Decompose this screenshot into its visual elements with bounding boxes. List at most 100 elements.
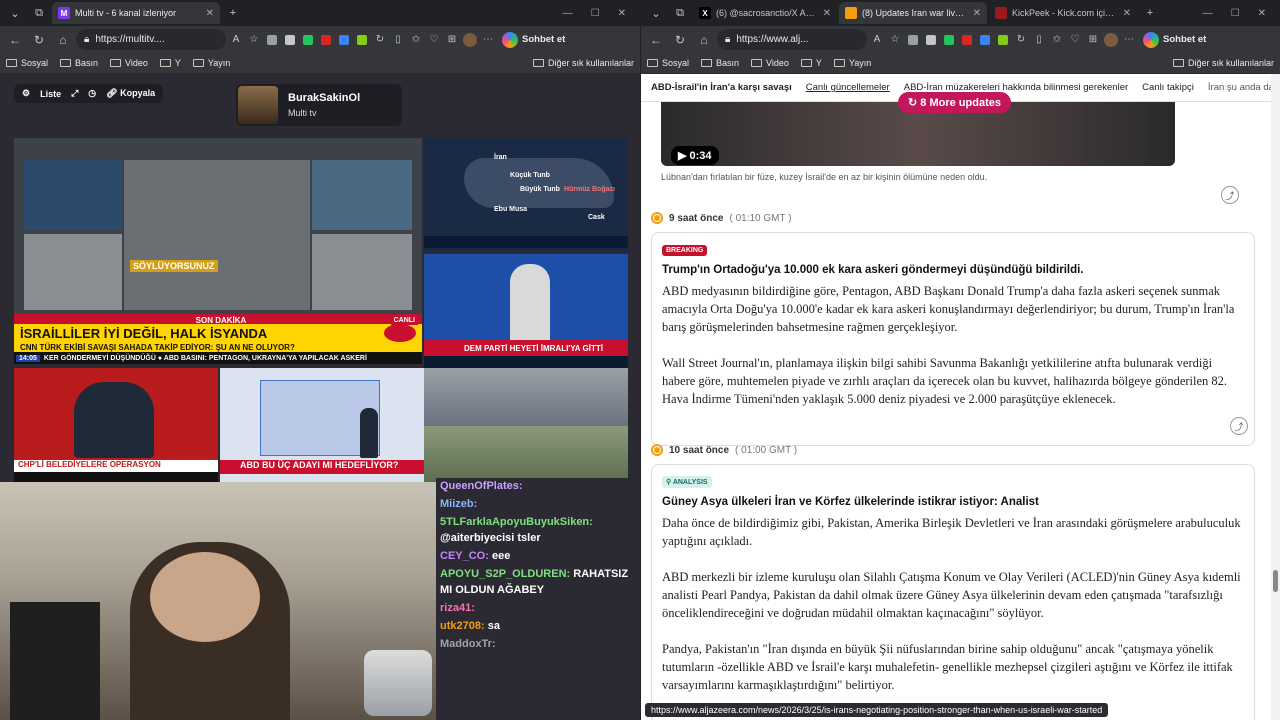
ext-green-icon[interactable]	[300, 32, 316, 48]
tab-aljazeera[interactable]: (8) Updates Iran war live: Trump✕	[839, 2, 987, 24]
read-aloud-icon[interactable]: A	[228, 32, 244, 48]
ext-blue-icon[interactable]	[336, 32, 352, 48]
subnav-topic[interactable]: ABD-İsrail'in İran'a karşı savaşı	[651, 82, 792, 93]
favorites-icon[interactable]: ✩	[1049, 32, 1065, 48]
subnav-iran-now[interactable]: İran şu anda dah	[1208, 82, 1279, 93]
bookmark-y[interactable]: Y	[800, 58, 822, 68]
chat-username[interactable]: CEY_CO:	[440, 550, 489, 562]
chat-username[interactable]: 5TLFarklaApoyuBuyukSiken:	[440, 516, 593, 528]
more-updates-button[interactable]: ↻ 8 More updates	[898, 92, 1011, 113]
subnav-live-updates[interactable]: Canlı güncellemeler	[806, 82, 890, 93]
copilot-chat-button[interactable]: Sohbet et	[1139, 31, 1210, 48]
city-cam-tile[interactable]	[424, 368, 628, 484]
new-tab-icon[interactable]: +	[1139, 2, 1161, 24]
other-bookmarks[interactable]: Diğer sık kullanılanlar	[1172, 58, 1274, 68]
bookmark-basin[interactable]: Basın	[60, 58, 98, 68]
fullscreen-icon[interactable]: ⤢	[71, 88, 78, 99]
home-icon[interactable]: ⌂	[693, 29, 715, 51]
favorites-icon[interactable]: ✩	[408, 32, 424, 48]
back-icon[interactable]: ←	[4, 29, 26, 51]
list-button[interactable]: Liste	[40, 89, 61, 99]
collections-icon[interactable]: ♡	[426, 32, 442, 48]
bookmark-sosyal[interactable]: Sosyal	[647, 58, 689, 68]
settings-icon[interactable]: ⚙	[22, 88, 30, 99]
close-tab-icon[interactable]: ✕	[206, 8, 214, 19]
chp-tile[interactable]: CHP'Lİ BELEDİYELERE OPERASYON	[14, 368, 218, 484]
ext-gray-icon[interactable]	[905, 32, 921, 48]
minimize-icon[interactable]: —	[563, 8, 573, 19]
scrollbar-thumb[interactable]	[1273, 570, 1278, 592]
video-duration[interactable]: ▶ 0:34	[671, 146, 719, 165]
profile-avatar[interactable]	[1103, 32, 1119, 48]
bookmark-yayin[interactable]: Yayın	[192, 58, 230, 68]
ext-refresh-icon[interactable]: ↻	[1013, 32, 1029, 48]
ext-blue-icon[interactable]	[977, 32, 993, 48]
ext-refresh-icon[interactable]: ↻	[372, 32, 388, 48]
refresh-icon[interactable]: ↻	[669, 29, 691, 51]
chat-username[interactable]: utk2708:	[440, 620, 485, 632]
chat-username[interactable]: MaddoxTr:	[440, 638, 496, 650]
bookmark-basin[interactable]: Basın	[701, 58, 739, 68]
close-tab-icon[interactable]: ✕	[973, 8, 981, 19]
workspaces-icon[interactable]: ⧉	[669, 2, 691, 24]
bookmark-video[interactable]: Video	[110, 58, 148, 68]
close-window-icon[interactable]: ✕	[618, 8, 626, 19]
address-bar[interactable]: 🔒︎ https://multitv....	[76, 29, 226, 50]
copilot-chat-button[interactable]: Sohbet et	[498, 31, 569, 48]
minimize-icon[interactable]: —	[1203, 8, 1213, 19]
maximize-icon[interactable]: ☐	[591, 8, 600, 19]
timer-icon[interactable]: ◷	[88, 88, 96, 99]
profile-avatar[interactable]	[462, 32, 478, 48]
ext-red-icon[interactable]	[959, 32, 975, 48]
address-bar[interactable]: 🔒︎ https://www.alj...	[717, 29, 867, 50]
chat-username[interactable]: QueenOfPlates:	[440, 480, 523, 492]
ext-image-icon[interactable]	[923, 32, 939, 48]
extensions-icon[interactable]: ⊞	[444, 32, 460, 48]
split-screen-icon[interactable]: ▯	[1031, 32, 1047, 48]
tab-menu-icon[interactable]: ⌄	[645, 2, 667, 24]
collections-icon[interactable]: ♡	[1067, 32, 1083, 48]
share-icon[interactable]: ⤴	[1221, 186, 1239, 204]
ext-lime-icon[interactable]	[995, 32, 1011, 48]
split-screen-icon[interactable]: ▯	[390, 32, 406, 48]
more-menu-icon[interactable]: ⋯	[1121, 32, 1137, 48]
more-menu-icon[interactable]: ⋯	[480, 32, 496, 48]
chat-username[interactable]: APOYU_S2P_OLDUREN:	[440, 568, 570, 580]
bookmark-video[interactable]: Video	[751, 58, 789, 68]
ext-gray-icon[interactable]	[264, 32, 280, 48]
bookmark-yayin[interactable]: Yayın	[833, 58, 871, 68]
close-tab-icon[interactable]: ✕	[1123, 8, 1131, 19]
close-window-icon[interactable]: ✕	[1258, 8, 1266, 19]
channel-card[interactable]: BurakSakinOl Multi tv	[236, 84, 402, 126]
home-icon[interactable]: ⌂	[52, 29, 74, 51]
chat-username[interactable]: riza41:	[440, 602, 475, 614]
bookmark-sosyal[interactable]: Sosyal	[6, 58, 48, 68]
subnav-live-tracker[interactable]: Canlı takipçi	[1142, 82, 1194, 93]
read-aloud-icon[interactable]: A	[869, 32, 885, 48]
extensions-icon[interactable]: ⊞	[1085, 32, 1101, 48]
news-anchor-tile[interactable]: DEM PARTİ HEYETİ İMRALI'YA GİTTİ	[424, 254, 628, 368]
scrollbar[interactable]	[1271, 74, 1280, 720]
tab-menu-icon[interactable]: ⌄	[4, 2, 26, 24]
chat-username[interactable]: Miizeb:	[440, 498, 477, 510]
cnn-turk-tile[interactable]: SÖYLÜYORSUNUZ SON DAKİKA İSRAİLLİLER İYİ…	[14, 138, 422, 364]
ext-lime-icon[interactable]	[354, 32, 370, 48]
back-icon[interactable]: ←	[645, 29, 667, 51]
workspaces-icon[interactable]: ⧉	[28, 2, 50, 24]
tab-kickpeek[interactable]: KickPeek - Kick.com için Gerçek✕	[989, 2, 1137, 24]
bookmark-y[interactable]: Y	[159, 58, 181, 68]
tab-multitv[interactable]: M Multi tv - 6 kanal izleniyor ✕	[52, 2, 220, 24]
close-tab-icon[interactable]: ✕	[823, 8, 831, 19]
copy-button[interactable]: 🔗︎ Kopyala	[106, 88, 155, 99]
share-icon[interactable]: ⤴	[1230, 417, 1248, 435]
ext-green-icon[interactable]	[941, 32, 957, 48]
maximize-icon[interactable]: ☐	[1231, 8, 1240, 19]
new-tab-icon[interactable]: +	[222, 2, 244, 24]
ext-red-icon[interactable]	[318, 32, 334, 48]
tab-x[interactable]: X(6) @sacrosanctio/X ANLIK HA✕	[693, 2, 837, 24]
favorite-star-icon[interactable]: ☆	[246, 32, 262, 48]
favorite-star-icon[interactable]: ☆	[887, 32, 903, 48]
ntv-map-tile[interactable]: İran Küçük Tunb Büyük Tunb Ebu Musa Hürm…	[424, 138, 628, 252]
other-bookmarks[interactable]: Diğer sık kullanılanlar	[532, 58, 634, 68]
refresh-icon[interactable]: ↻	[28, 29, 50, 51]
